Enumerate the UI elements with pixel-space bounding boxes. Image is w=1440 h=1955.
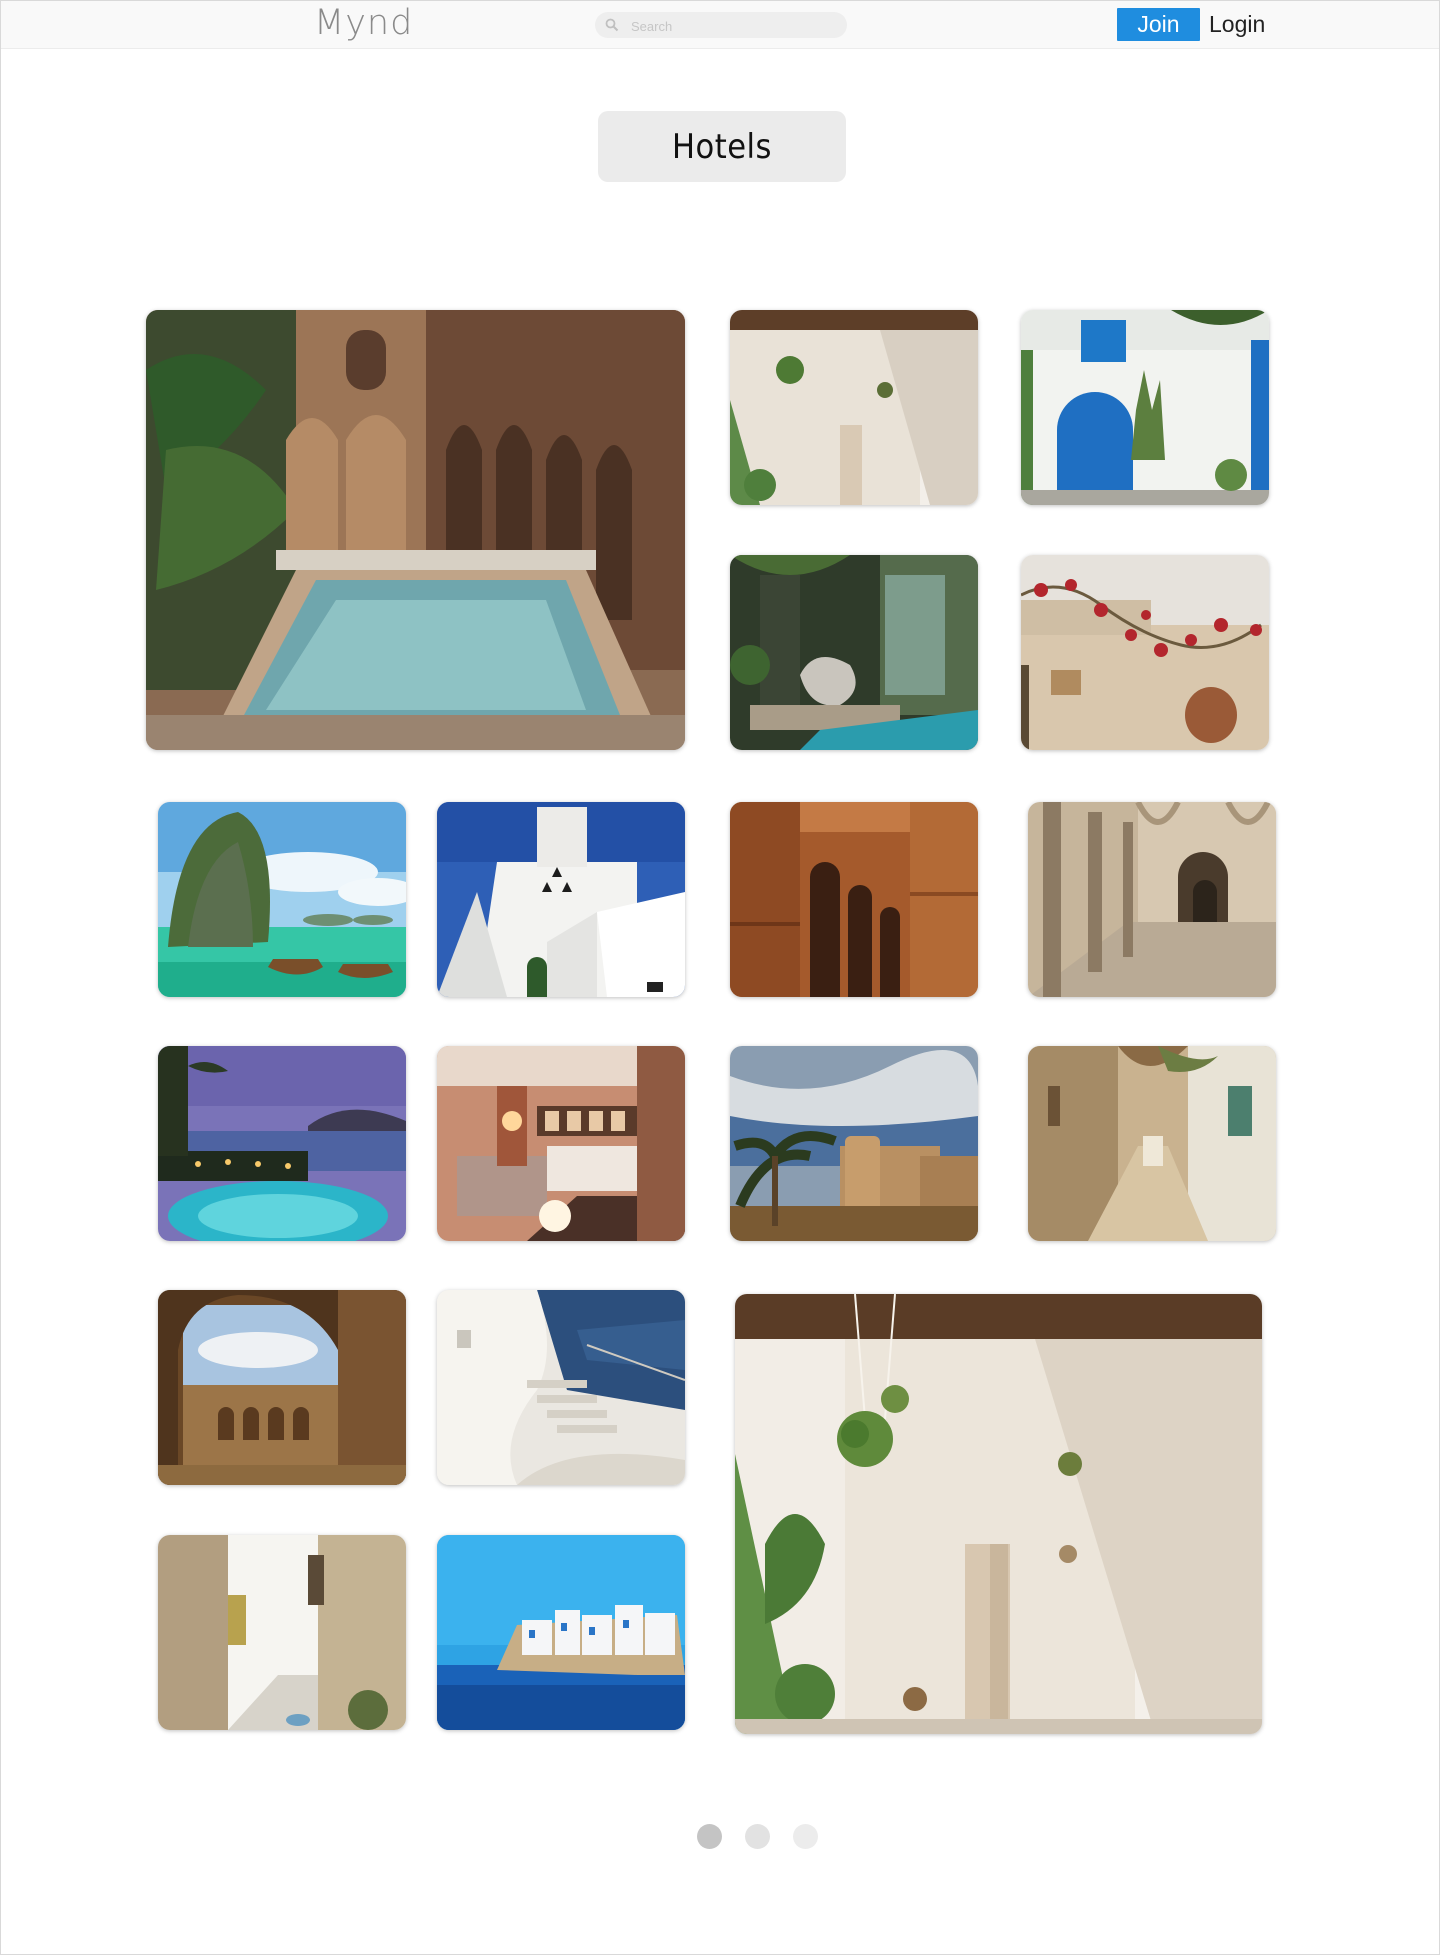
gallery-photo-stone-arcade-corridor[interactable] <box>1028 802 1276 997</box>
gallery-photo-garden-pool-deck[interactable] <box>730 555 978 750</box>
gallery-photo-resort-pool-at-dusk[interactable] <box>158 1046 406 1241</box>
gallery-photo-narrow-medina-alley[interactable] <box>1028 1046 1276 1241</box>
gallery-photo-riad-courtyard-pool[interactable] <box>146 310 685 750</box>
pagination-dot-2[interactable] <box>745 1824 770 1849</box>
gallery-photo-limestone-island-longtail-boats[interactable] <box>158 802 406 997</box>
join-button[interactable]: Join <box>1117 8 1200 41</box>
gallery-photo-white-room-hanging-plants[interactable] <box>730 310 978 505</box>
gallery-photo-amphitheatre-through-archway[interactable] <box>158 1290 406 1485</box>
gallery-photo-wall-with-bougainvillea[interactable] <box>1021 555 1269 750</box>
gallery-photo-whitewashed-alley[interactable] <box>158 1535 406 1730</box>
pagination-dot-1[interactable] <box>697 1824 722 1849</box>
gallery-photo-white-tower-building[interactable] <box>437 802 685 997</box>
search-icon <box>605 18 619 32</box>
search-box[interactable] <box>595 12 847 38</box>
pagination-dot-3[interactable] <box>793 1824 818 1849</box>
gallery-photo-roman-amphitheatre-arches[interactable] <box>730 802 978 997</box>
search-input[interactable] <box>629 16 833 36</box>
top-navigation-bar: Mynd Join Login <box>1 1 1439 49</box>
gallery-photo-desert-fortress-palms[interactable] <box>730 1046 978 1241</box>
page-title: Hotels <box>598 111 846 182</box>
login-link[interactable]: Login <box>1209 8 1265 41</box>
gallery-photo-white-room-hanging-plants-large[interactable] <box>735 1294 1262 1734</box>
gallery-photo-white-town-on-blue-sea[interactable] <box>437 1535 685 1730</box>
gallery-photo-blue-door-white-house[interactable] <box>1021 310 1269 505</box>
gallery-photo-white-stairs-by-the-sea[interactable] <box>437 1290 685 1485</box>
gallery-photo-hotel-bedroom[interactable] <box>437 1046 685 1241</box>
logo[interactable]: Mynd <box>314 3 413 43</box>
